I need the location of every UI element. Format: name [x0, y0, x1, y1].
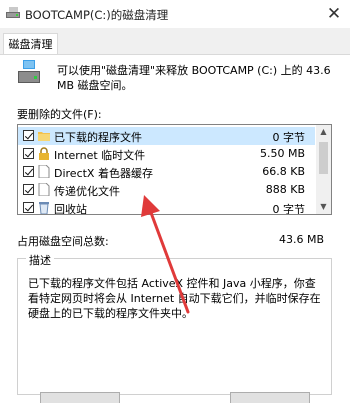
item-size: 5.50 MB	[259, 147, 305, 160]
scroll-down-icon[interactable]: ▼	[316, 200, 331, 214]
item-size: 888 KB	[265, 183, 305, 196]
disk-cleanup-app-icon	[6, 7, 20, 18]
files-to-delete-label: 要删除的文件(F):	[17, 108, 102, 121]
tab-disk-cleanup[interactable]: 磁盘清理	[3, 33, 58, 55]
title-bar: BOOTCAMP(C:)的磁盘清理 ✕	[0, 0, 350, 28]
item-name: DirectX 着色器缓存	[54, 167, 153, 180]
files-to-delete-list[interactable]: 已下载的程序文件 0 字节 Internet 临时文件 5.50 MB Dire…	[17, 124, 332, 215]
list-item[interactable]: Internet 临时文件 5.50 MB	[18, 145, 315, 163]
item-size: 0 字节	[272, 203, 306, 215]
item-size: 0 字节	[272, 131, 306, 144]
list-item[interactable]: 回收站 0 字节	[18, 199, 315, 215]
description-title: 描述	[26, 252, 54, 268]
item-name: 传递优化文件	[54, 185, 120, 198]
folder-icon	[38, 132, 50, 141]
close-icon[interactable]: ✕	[322, 2, 346, 26]
item-name: 回收站	[54, 203, 87, 215]
item-size: 66.8 KB	[262, 165, 305, 178]
scroll-up-icon[interactable]: ▲	[316, 125, 331, 139]
list-scrollbar[interactable]: ▲ ▼	[316, 125, 331, 214]
total-space-value: 43.6 MB	[278, 233, 324, 246]
description-text: 已下载的程序文件包括 ActiveX 控件和 Java 小程序，你查看特定网页时…	[28, 277, 321, 320]
list-item[interactable]: 传递优化文件 888 KB	[18, 181, 315, 199]
checkbox[interactable]	[23, 184, 34, 195]
checkbox[interactable]	[23, 166, 34, 177]
view-files-button[interactable]	[40, 392, 120, 403]
total-space-label: 占用磁盘空间总数:	[17, 235, 109, 248]
list-item[interactable]: DirectX 着色器缓存 66.8 KB	[18, 163, 315, 181]
window-title: BOOTCAMP(C:)的磁盘清理	[25, 8, 169, 22]
list-item[interactable]: 已下载的程序文件 0 字节	[18, 127, 315, 145]
options-button[interactable]	[230, 392, 310, 403]
item-name: Internet 临时文件	[54, 149, 146, 162]
recycle-bin-icon	[39, 202, 49, 214]
item-name: 已下载的程序文件	[54, 131, 142, 144]
intro-text: 可以使用"磁盘清理"来释放 BOOTCAMP (C:) 上的 43.6 MB 磁…	[57, 64, 331, 92]
scroll-thumb[interactable]	[319, 142, 328, 174]
file-icon	[38, 183, 50, 196]
checkbox[interactable]	[23, 148, 34, 159]
drive-icon	[18, 60, 40, 83]
checkbox[interactable]	[23, 202, 34, 213]
lock-icon	[39, 147, 49, 160]
file-icon	[38, 165, 50, 178]
checkbox[interactable]	[23, 130, 34, 141]
